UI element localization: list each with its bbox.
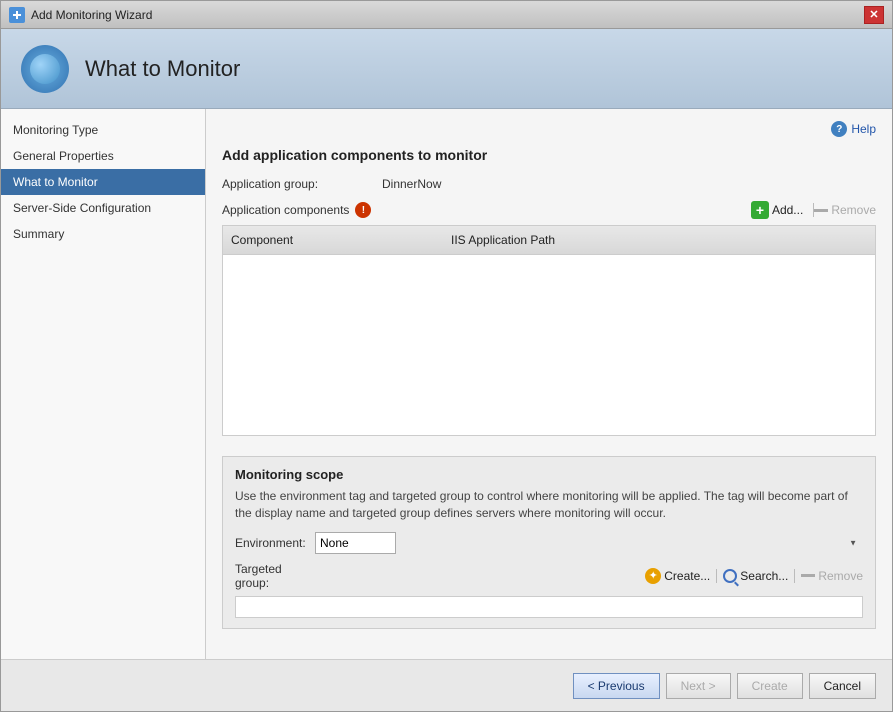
sidebar-item-what-to-monitor[interactable]: What to Monitor xyxy=(1,169,205,195)
separator3 xyxy=(794,569,795,583)
targeted-group-row: Targeted group: ✦ Create... Search... xyxy=(235,562,863,590)
title-bar-text: Add Monitoring Wizard xyxy=(31,8,864,22)
add-plus-icon: + xyxy=(751,201,769,219)
header-title: What to Monitor xyxy=(85,56,240,82)
targeted-value-bar xyxy=(235,596,863,618)
scope-description: Use the environment tag and targeted gro… xyxy=(235,488,863,522)
header-icon-inner xyxy=(30,54,60,84)
previous-button[interactable]: < Previous xyxy=(573,673,660,699)
col-iis-header: IIS Application Path xyxy=(443,230,875,250)
next-button[interactable]: Next > xyxy=(666,673,731,699)
table-body xyxy=(223,255,875,435)
cancel-button[interactable]: Cancel xyxy=(809,673,876,699)
separator2 xyxy=(716,569,717,583)
remove-bar-icon2 xyxy=(801,574,815,577)
create-wizard-button[interactable]: Create xyxy=(737,673,803,699)
create-button[interactable]: ✦ Create... xyxy=(645,568,710,584)
app-components-row: Application components ! + Add... Remove xyxy=(222,201,876,219)
sidebar-item-general-properties[interactable]: General Properties xyxy=(1,143,205,169)
header-icon xyxy=(21,45,69,93)
add-button[interactable]: + Add... xyxy=(751,201,803,219)
title-bar-icon xyxy=(9,7,25,23)
env-row: Environment: None Development Staging Pr… xyxy=(235,532,863,554)
sidebar-item-monitoring-type[interactable]: Monitoring Type xyxy=(1,117,205,143)
env-label: Environment: xyxy=(235,536,315,550)
help-icon: ? xyxy=(831,121,847,137)
help-link[interactable]: ? Help xyxy=(222,121,876,137)
remove-bar-icon xyxy=(814,209,828,212)
footer: < Previous Next > Create Cancel xyxy=(1,659,892,711)
app-components-label: Application components ! xyxy=(222,202,751,218)
header-banner: What to Monitor xyxy=(1,29,892,109)
title-bar: Add Monitoring Wizard ✕ xyxy=(1,1,892,29)
targeted-actions: ✦ Create... Search... Remove xyxy=(315,568,863,584)
app-group-value: DinnerNow xyxy=(382,177,441,191)
sidebar: Monitoring Type General Properties What … xyxy=(1,109,206,659)
error-icon: ! xyxy=(355,202,371,218)
targeted-label: Targeted group: xyxy=(235,562,315,590)
search-icon xyxy=(723,569,737,583)
help-label: Help xyxy=(851,122,876,136)
scope-title: Monitoring scope xyxy=(235,467,863,482)
app-group-row: Application group: DinnerNow xyxy=(222,177,876,191)
col-component-header: Component xyxy=(223,230,443,250)
app-group-label: Application group: xyxy=(222,177,382,191)
section-title: Add application components to monitor xyxy=(222,147,876,163)
search-button[interactable]: Search... xyxy=(723,569,788,583)
create-icon: ✦ xyxy=(645,568,661,584)
components-table: Component IIS Application Path xyxy=(222,225,876,436)
env-select-wrap: None Development Staging Production xyxy=(315,532,863,554)
table-header: Component IIS Application Path xyxy=(223,226,875,255)
env-select[interactable]: None Development Staging Production xyxy=(315,532,396,554)
sidebar-item-summary[interactable]: Summary xyxy=(1,221,205,247)
wizard-window: Add Monitoring Wizard ✕ What to Monitor … xyxy=(0,0,893,712)
remove-targeted-button: Remove xyxy=(801,569,863,583)
remove-components-button: Remove xyxy=(814,203,876,217)
content-area: Monitoring Type General Properties What … xyxy=(1,109,892,659)
sidebar-item-server-side-config[interactable]: Server-Side Configuration xyxy=(1,195,205,221)
close-button[interactable]: ✕ xyxy=(864,6,884,24)
monitoring-scope: Monitoring scope Use the environment tag… xyxy=(222,456,876,629)
main-content: ? Help Add application components to mon… xyxy=(206,109,892,659)
